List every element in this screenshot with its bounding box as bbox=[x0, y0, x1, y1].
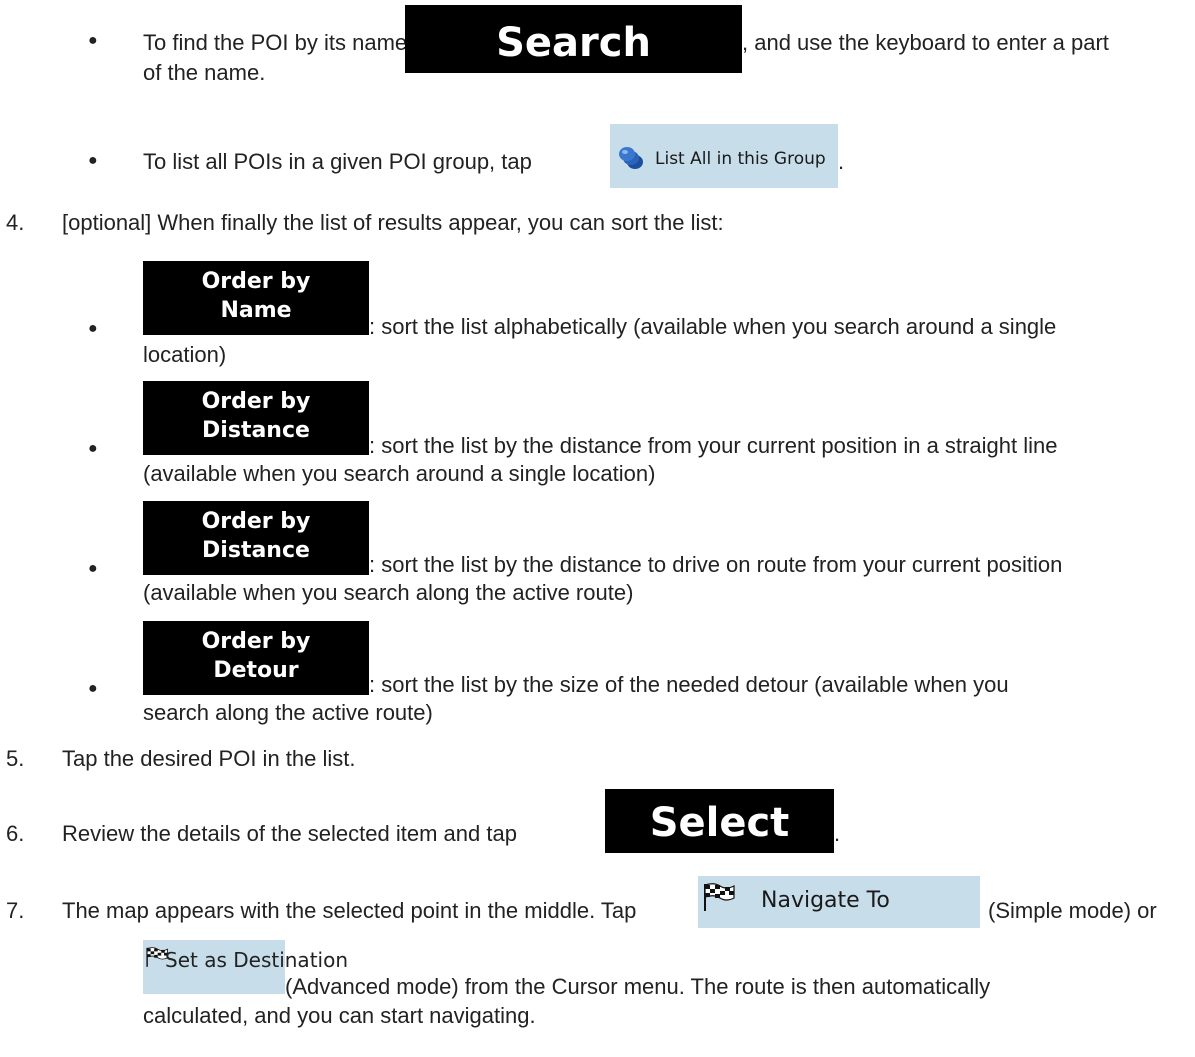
list-all-in-group-button[interactable]: List All in this Group bbox=[610, 124, 838, 188]
list-all-instruction: To list all POIs in a given POI group, t… bbox=[143, 149, 532, 174]
bullet-marker: ● bbox=[88, 32, 98, 49]
bullet-marker: ● bbox=[88, 152, 98, 169]
order-by-route-distance-desc: : sort the list by the distance to drive… bbox=[369, 552, 1063, 577]
bullet-marker: ● bbox=[88, 320, 98, 337]
order-by-detour-desc-cont: search along the active route) bbox=[143, 700, 433, 725]
step-6-text: Review the details of the selected item … bbox=[62, 821, 517, 846]
select-button[interactable]: Select bbox=[605, 789, 834, 853]
step-number: 7. bbox=[6, 898, 25, 923]
order-by-name-desc: : sort the list alphabetically (availabl… bbox=[369, 314, 1057, 339]
step-number: 4. bbox=[6, 210, 25, 235]
order-by-name-button[interactable]: Order by Name bbox=[143, 261, 369, 335]
search-instruction: To find the POI by its name, tap bbox=[143, 30, 450, 55]
order-by-route-distance-desc-cont: (available when you search along the act… bbox=[143, 580, 634, 605]
poi-group-icon bbox=[619, 147, 643, 169]
bullet-marker: ● bbox=[88, 680, 98, 697]
checkered-flag-icon bbox=[704, 883, 735, 911]
search-instruction-cont: of the name. bbox=[143, 60, 266, 85]
order-by-detour-button[interactable]: Order by Detour bbox=[143, 621, 369, 695]
step-5-text: Tap the desired POI in the list. bbox=[62, 746, 356, 771]
step-7-text-cont: calculated, and you can start navigating… bbox=[143, 1003, 536, 1028]
step-7-text-after: (Advanced mode) from the Cursor menu. Th… bbox=[285, 974, 991, 999]
order-by-detour-desc: : sort the list by the size of the neede… bbox=[369, 672, 1009, 697]
order-by-route-distance-button[interactable]: Order by Distance bbox=[143, 501, 369, 575]
bullet-marker: ● bbox=[88, 560, 98, 577]
order-by-name-desc-cont: location) bbox=[143, 342, 227, 367]
search-button[interactable]: Search bbox=[405, 5, 742, 73]
step-number: 5. bbox=[6, 746, 25, 771]
bullet-marker: ● bbox=[88, 440, 98, 457]
list-all-instruction-after: . bbox=[838, 149, 845, 174]
search-instruction-after: , and use the keyboard to enter a part bbox=[742, 30, 1109, 55]
step-7-text: The map appears with the selected point … bbox=[62, 898, 637, 923]
order-by-distance-desc-cont: (available when you search around a sing… bbox=[143, 461, 656, 486]
set-as-destination-label: Set as Destination bbox=[165, 948, 348, 972]
step-4-text: [optional] When finally the list of resu… bbox=[62, 210, 724, 235]
navigate-to-button[interactable]: Navigate To bbox=[698, 876, 980, 928]
order-by-distance-button[interactable]: Order by Distance bbox=[143, 381, 369, 455]
step-7-text-middle: (Simple mode) or bbox=[988, 898, 1157, 923]
step-number: 6. bbox=[6, 821, 25, 846]
order-by-distance-desc: : sort the list by the distance from you… bbox=[369, 433, 1058, 458]
step-6-text-after: . bbox=[834, 821, 841, 846]
